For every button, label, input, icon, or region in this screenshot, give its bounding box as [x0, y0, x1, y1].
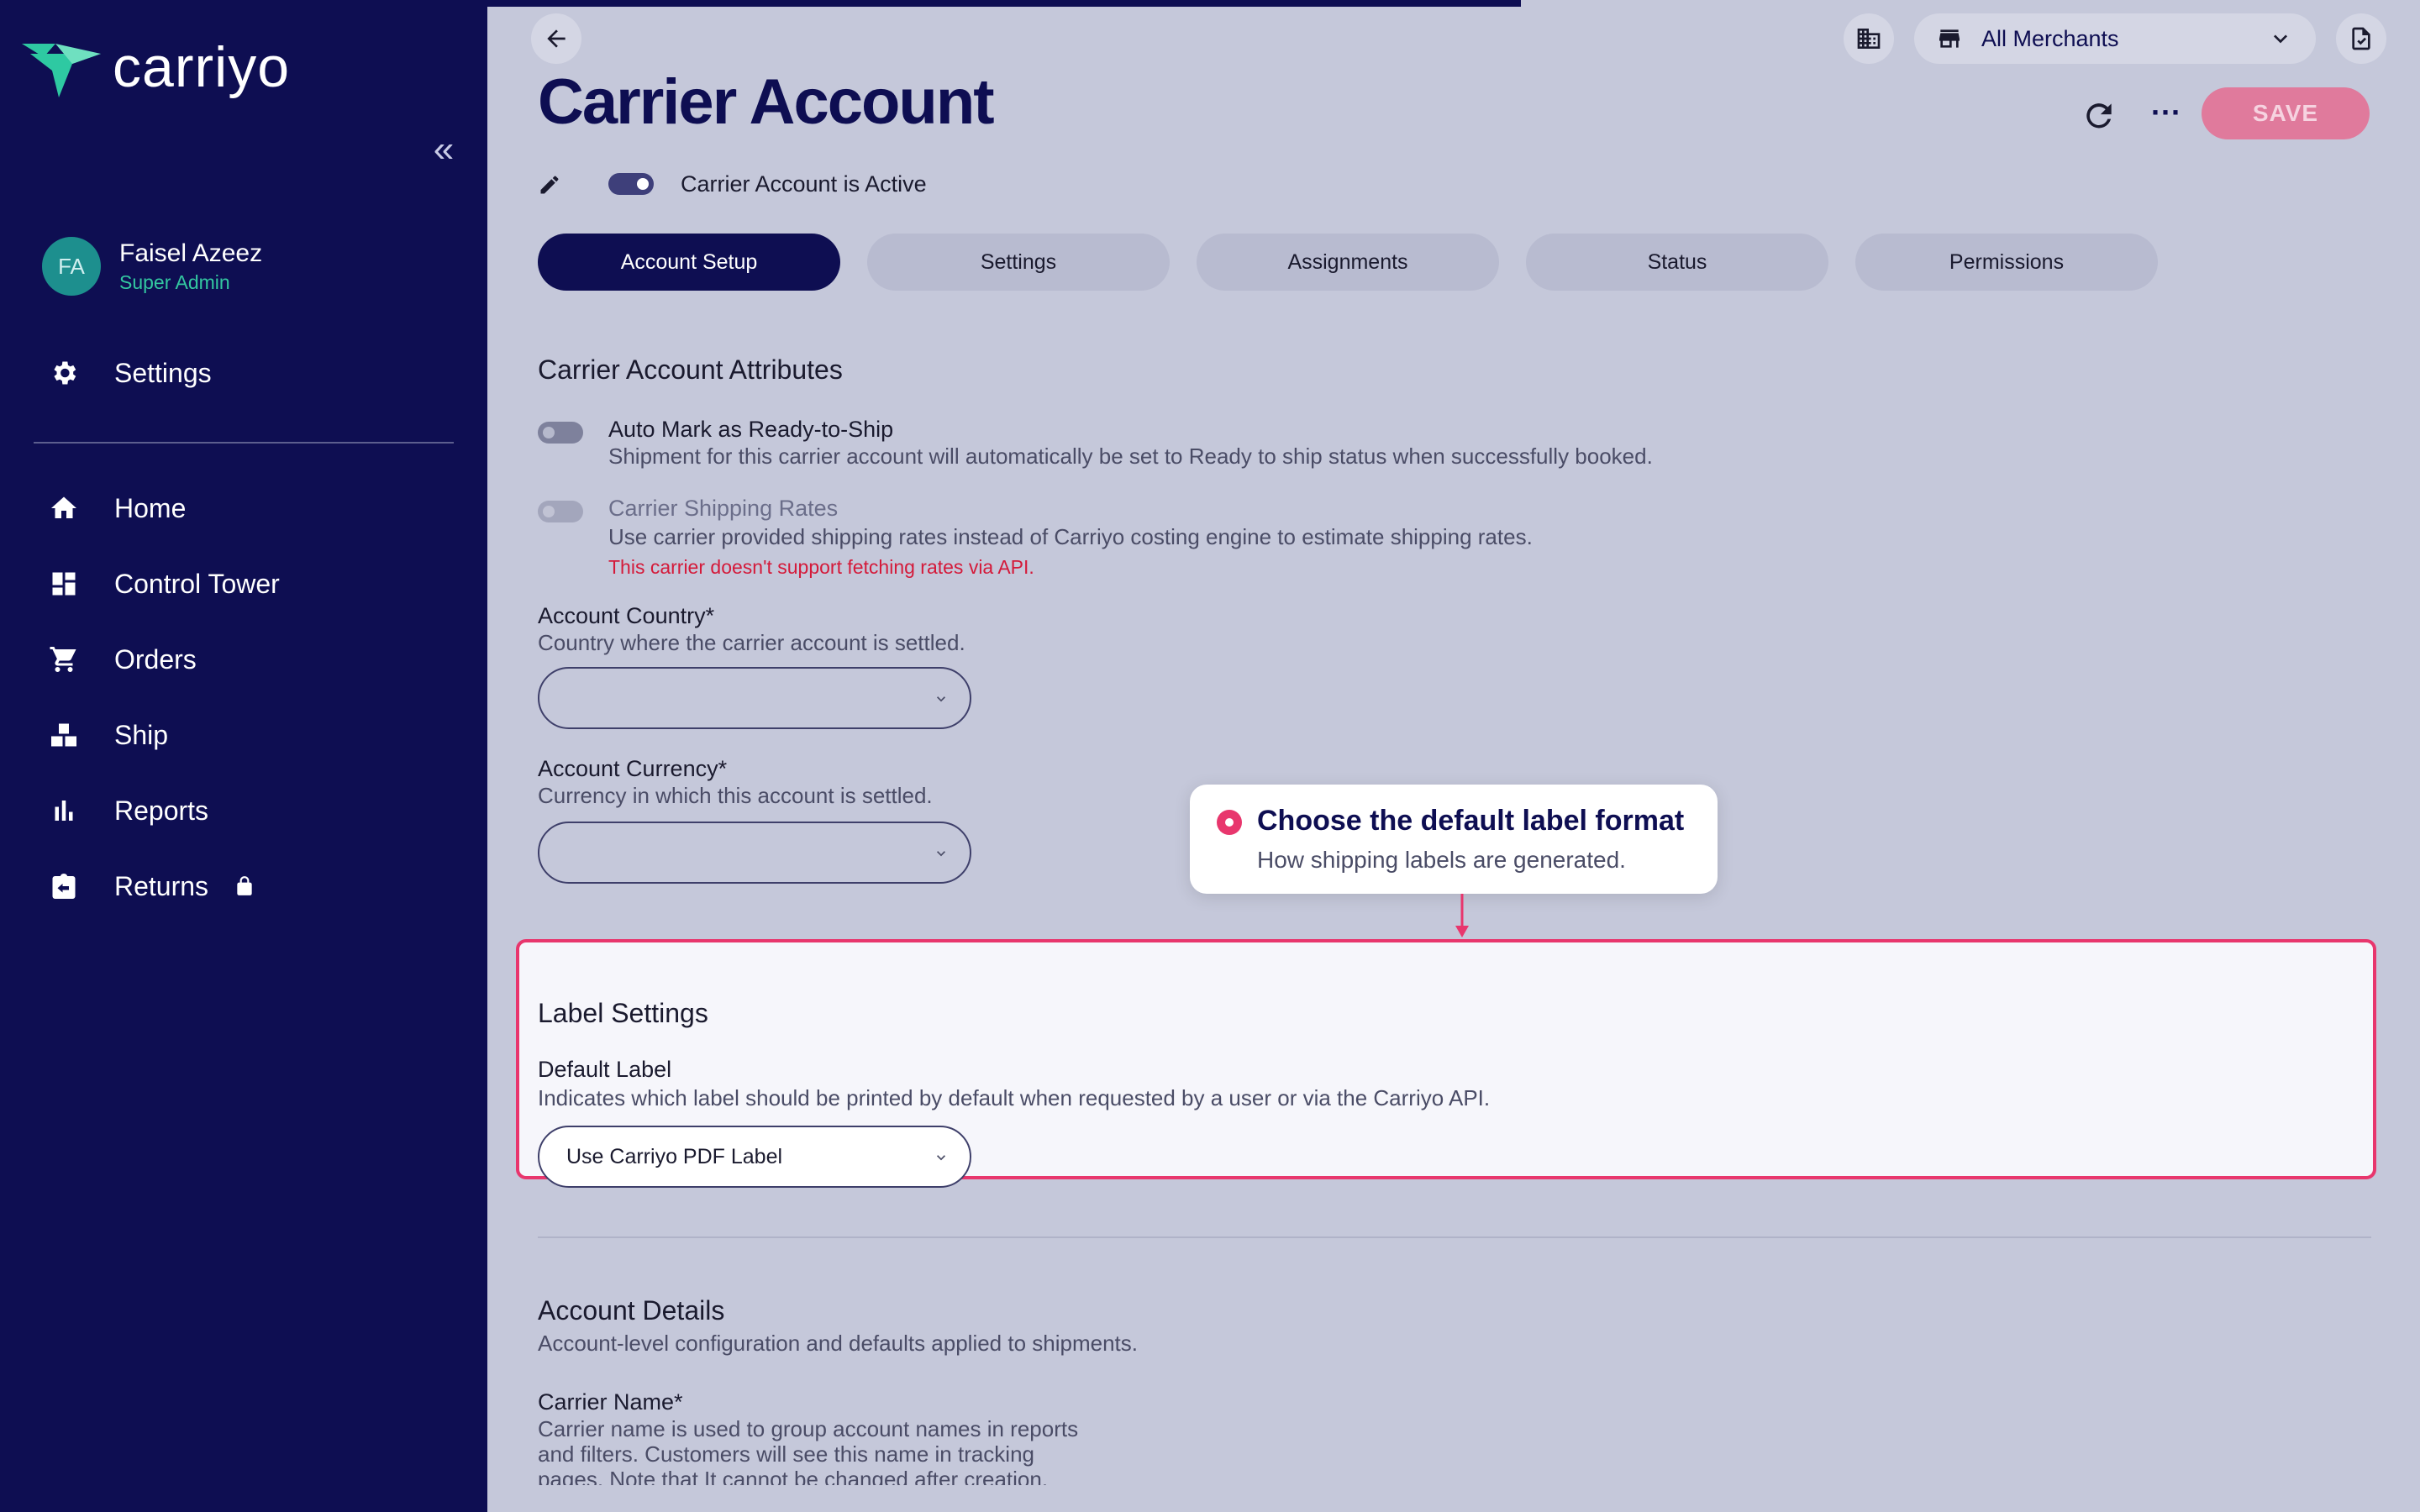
default-label-help: Indicates which label should be printed …: [538, 1085, 1491, 1110]
store-icon: [1939, 29, 1960, 48]
sidebar: carriyo « FA Faisel Azeez Super Admin Se…: [0, 0, 487, 1512]
document-check-button[interactable]: [2336, 13, 2386, 64]
shipping-rates-description: Use carrier provided shipping rates inst…: [608, 524, 1533, 549]
main-content: Carrier Account All Merchants ··· SAVE C…: [487, 0, 2420, 1512]
save-button[interactable]: SAVE: [2202, 87, 2370, 139]
chevron-down-icon: [937, 851, 945, 857]
account-details-description: Account-level configuration and defaults…: [538, 1331, 1138, 1356]
refresh-icon: [2086, 103, 2112, 129]
sidebar-item-label: Ship: [114, 719, 169, 750]
dashboard-icon: [47, 567, 81, 601]
shipping-rates-error: This carrier doesn't support fetching ra…: [608, 556, 1034, 578]
sidebar-item-label: Control Tower: [114, 568, 280, 599]
account-details-title: Account Details: [538, 1295, 725, 1326]
account-country-select[interactable]: [538, 667, 971, 729]
default-label-select[interactable]: Use Carriyo PDF Label: [538, 1126, 971, 1188]
sidebar-item-label: Returns: [114, 870, 209, 901]
merchant-select-value: All Merchants: [1981, 25, 2119, 51]
sidebar-item-returns[interactable]: Returns: [47, 869, 255, 903]
account-active-toggle[interactable]: [608, 173, 654, 195]
label-settings-highlight: Label Settings Default Label Indicates w…: [516, 939, 2376, 1188]
default-label-label: Default Label: [538, 1057, 672, 1082]
chevron-down-icon: [937, 1155, 945, 1161]
lock-icon: [234, 875, 255, 897]
merchant-select[interactable]: All Merchants: [1914, 13, 2316, 64]
sidebar-item-ship[interactable]: Ship: [47, 718, 168, 752]
tab-assignments[interactable]: Assignments: [1197, 234, 1499, 291]
auto-mark-title: Auto Mark as Ready-to-Ship: [608, 417, 894, 442]
carrier-name-help-line: Carrier name is used to group account na…: [538, 1416, 1079, 1441]
chevron-down-icon: [937, 696, 945, 702]
building-icon: [1857, 29, 1881, 49]
logo[interactable]: carriyo: [22, 35, 290, 101]
guide-tooltip: Choose the default label format How ship…: [1190, 785, 1718, 894]
sidebar-item-settings[interactable]: Settings: [47, 356, 212, 390]
sidebar-divider: [34, 442, 454, 444]
label-settings-title: Label Settings: [538, 998, 708, 1028]
loading-progress-bar: [487, 0, 1521, 7]
account-currency-select[interactable]: [538, 822, 971, 884]
carrier-name-help-line: and filters. Customers will see this nam…: [538, 1441, 1035, 1467]
shipping-rates-toggle[interactable]: [538, 501, 583, 522]
sidebar-item-label: Settings: [114, 357, 212, 388]
carrier-name-help-line: pages. Note that It cannot be changed af…: [538, 1467, 1049, 1485]
tab-status[interactable]: Status: [1526, 234, 1828, 291]
default-label-value: Use Carriyo PDF Label: [566, 1144, 783, 1168]
tab-permissions[interactable]: Permissions: [1855, 234, 2158, 291]
tab-bar: Account Setup Settings Assignments Statu…: [538, 234, 2185, 291]
sidebar-item-control-tower[interactable]: Control Tower: [47, 567, 280, 601]
sidebar-item-home[interactable]: Home: [47, 491, 186, 525]
pencil-icon[interactable]: [538, 173, 561, 197]
shipping-rates-title: Carrier Shipping Rates: [608, 496, 839, 521]
carrier-name-label: Carrier Name*: [538, 1389, 683, 1415]
tooltip-subtitle: How shipping labels are generated.: [1257, 847, 1626, 873]
carriyo-logo-icon: [22, 44, 101, 97]
attributes-section-title: Carrier Account Attributes: [538, 354, 843, 385]
sidebar-item-orders[interactable]: Orders: [47, 643, 197, 676]
organization-button[interactable]: [1844, 13, 1894, 64]
auto-mark-toggle[interactable]: [538, 422, 583, 444]
home-icon: [47, 491, 81, 525]
arrow-down-icon: [1455, 894, 1469, 937]
refresh-button[interactable]: [2081, 97, 2118, 134]
account-country-label: Account Country*: [538, 603, 715, 628]
tab-settings[interactable]: Settings: [867, 234, 1170, 291]
user-name: Faisel Azeez: [119, 239, 263, 267]
account-currency-help: Currency in which this account is settle…: [538, 783, 933, 808]
tooltip-dot-icon: [1217, 810, 1242, 835]
page-title: Carrier Account: [538, 66, 995, 138]
document-check-icon: [2352, 27, 2370, 50]
tab-account-setup[interactable]: Account Setup: [538, 234, 840, 291]
gear-icon: [47, 356, 81, 390]
back-button[interactable]: [531, 13, 581, 64]
chevron-down-icon: [2274, 34, 2287, 44]
return-box-icon: [47, 869, 81, 903]
logo-text: carriyo: [113, 35, 291, 99]
boxes-icon: [47, 718, 81, 752]
auto-mark-description: Shipment for this carrier account will a…: [608, 444, 1653, 469]
user-profile[interactable]: FA Faisel Azeez Super Admin: [42, 237, 262, 296]
sidebar-item-label: Home: [114, 492, 187, 523]
more-options-icon[interactable]: ···: [2141, 97, 2191, 134]
arrow-left-icon: [547, 29, 566, 48]
cart-icon: [47, 643, 81, 676]
collapse-sidebar-button[interactable]: «: [427, 131, 460, 168]
avatar: FA: [42, 237, 101, 296]
sidebar-item-reports[interactable]: Reports: [47, 794, 208, 827]
account-country-help: Country where the carrier account is set…: [538, 630, 965, 655]
sidebar-item-label: Reports: [114, 795, 209, 826]
section-divider: [538, 1236, 2371, 1238]
sidebar-item-label: Orders: [114, 643, 197, 675]
account-active-label: Carrier Account is Active: [681, 171, 927, 197]
user-role: Super Admin: [119, 270, 230, 293]
bar-chart-icon: [47, 794, 81, 827]
account-currency-label: Account Currency*: [538, 756, 728, 781]
tooltip-title: Choose the default label format: [1257, 805, 1685, 837]
